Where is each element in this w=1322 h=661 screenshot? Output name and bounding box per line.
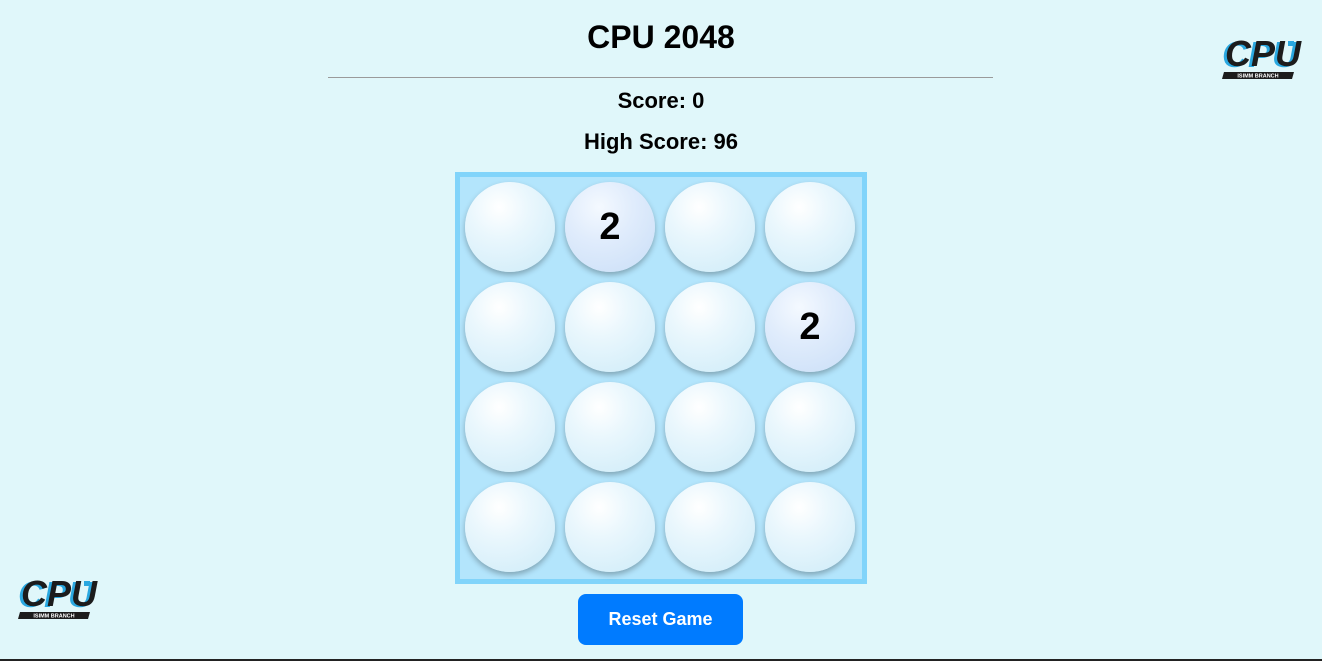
board-tile — [465, 482, 555, 572]
board-tile — [565, 482, 655, 572]
board-tile — [465, 382, 555, 472]
board-tile — [665, 482, 755, 572]
board-tile — [565, 382, 655, 472]
board-tile — [665, 182, 755, 272]
cpu-logo-icon: CPU CPU ISIMM BRANCH — [1222, 36, 1302, 80]
cpu-logo-subtext: ISIMM BRANCH — [33, 614, 74, 620]
board-tile — [565, 282, 655, 372]
logo-accent-mark — [84, 581, 90, 586]
board-tile: 2 — [765, 282, 855, 372]
reset-game-button[interactable]: Reset Game — [578, 594, 743, 645]
logo-accent-mark — [1288, 41, 1294, 46]
board-tile — [765, 182, 855, 272]
title-divider — [328, 77, 993, 78]
board-tile — [665, 382, 755, 472]
board-tile — [665, 282, 755, 372]
board-tile — [765, 382, 855, 472]
game-title: CPU 2048 — [587, 19, 735, 55]
board-tile: 2 — [565, 182, 655, 272]
cpu-logo-subtext: ISIMM BRANCH — [1237, 74, 1278, 80]
game-board[interactable]: 22 — [455, 172, 867, 584]
board-tile — [765, 482, 855, 572]
score-display: Score: 0 — [617, 88, 705, 113]
board-tile — [465, 282, 555, 372]
high-score-display: High Score: 96 — [583, 129, 739, 154]
cpu-logo-icon: CPU CPU ISIMM BRANCH — [18, 576, 98, 620]
board-tile — [465, 182, 555, 272]
